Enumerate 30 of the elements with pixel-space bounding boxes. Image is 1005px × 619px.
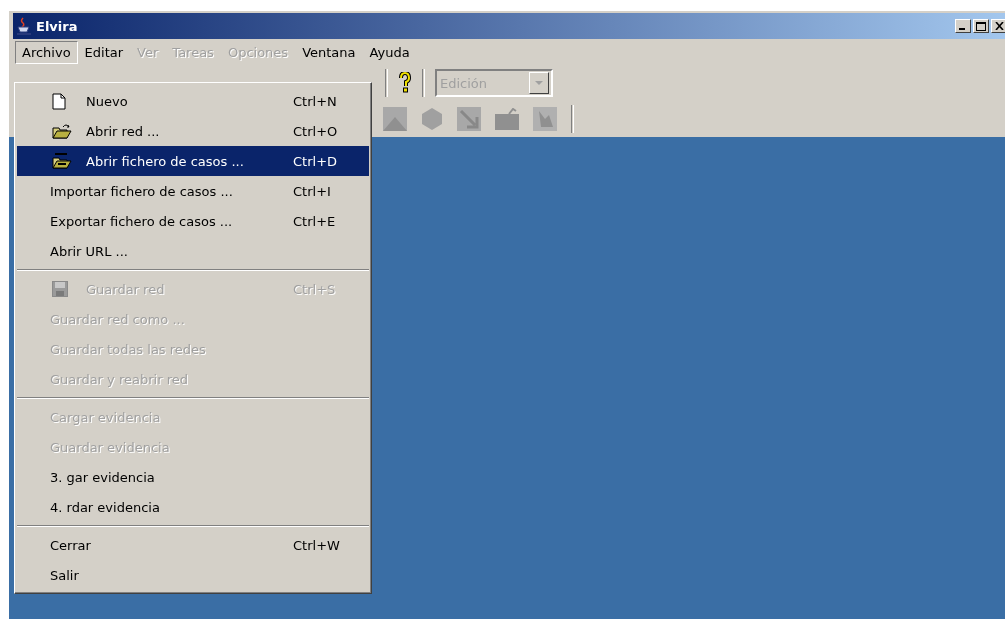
close-button[interactable] (991, 19, 1005, 33)
menu-item[interactable]: 4. rdar evidencia (17, 492, 369, 522)
coffee-cup-icon (16, 17, 32, 35)
menu-item[interactable]: Abrir fichero de casos ... Ctrl+D (17, 146, 369, 176)
open-folder-icon (52, 122, 72, 140)
menu-item[interactable]: Abrir red ... Ctrl+O (17, 116, 369, 146)
menu-item[interactable]: Importar fichero de casos ... Ctrl+I (17, 176, 369, 206)
page-icon (52, 92, 66, 110)
maximize-icon (976, 21, 986, 31)
caret-icon (535, 80, 543, 86)
menu-item[interactable]: Abrir URL ... (17, 236, 369, 266)
menu-bar-item[interactable]: Ayuda (362, 40, 417, 64)
window-title: Elvira (36, 18, 79, 34)
menu-bar-item[interactable]: Archivo (15, 40, 78, 64)
arrow-icon[interactable] (457, 107, 481, 131)
hexagon-icon[interactable] (421, 107, 443, 131)
menu-item[interactable]: 3. gar evidencia (17, 462, 369, 492)
menu-item[interactable]: Nuevo Ctrl+N (17, 86, 369, 116)
menu-item[interactable]: Cerrar Ctrl+W (17, 530, 369, 560)
menu-item[interactable]: Salir (17, 560, 369, 590)
box-icon[interactable] (495, 108, 519, 130)
minimize-button[interactable] (955, 19, 971, 33)
maximize-button[interactable] (973, 19, 989, 33)
menu-bar-item[interactable]: Editar (77, 40, 131, 64)
help-icon[interactable] (398, 72, 412, 94)
menu-bar-item[interactable]: Ventana (295, 40, 363, 64)
data-folder-icon (52, 152, 72, 170)
tool-icon[interactable] (533, 107, 557, 131)
menu-item[interactable]: Exportar fichero de casos ... Ctrl+E (17, 206, 369, 236)
close-icon (994, 22, 1004, 30)
